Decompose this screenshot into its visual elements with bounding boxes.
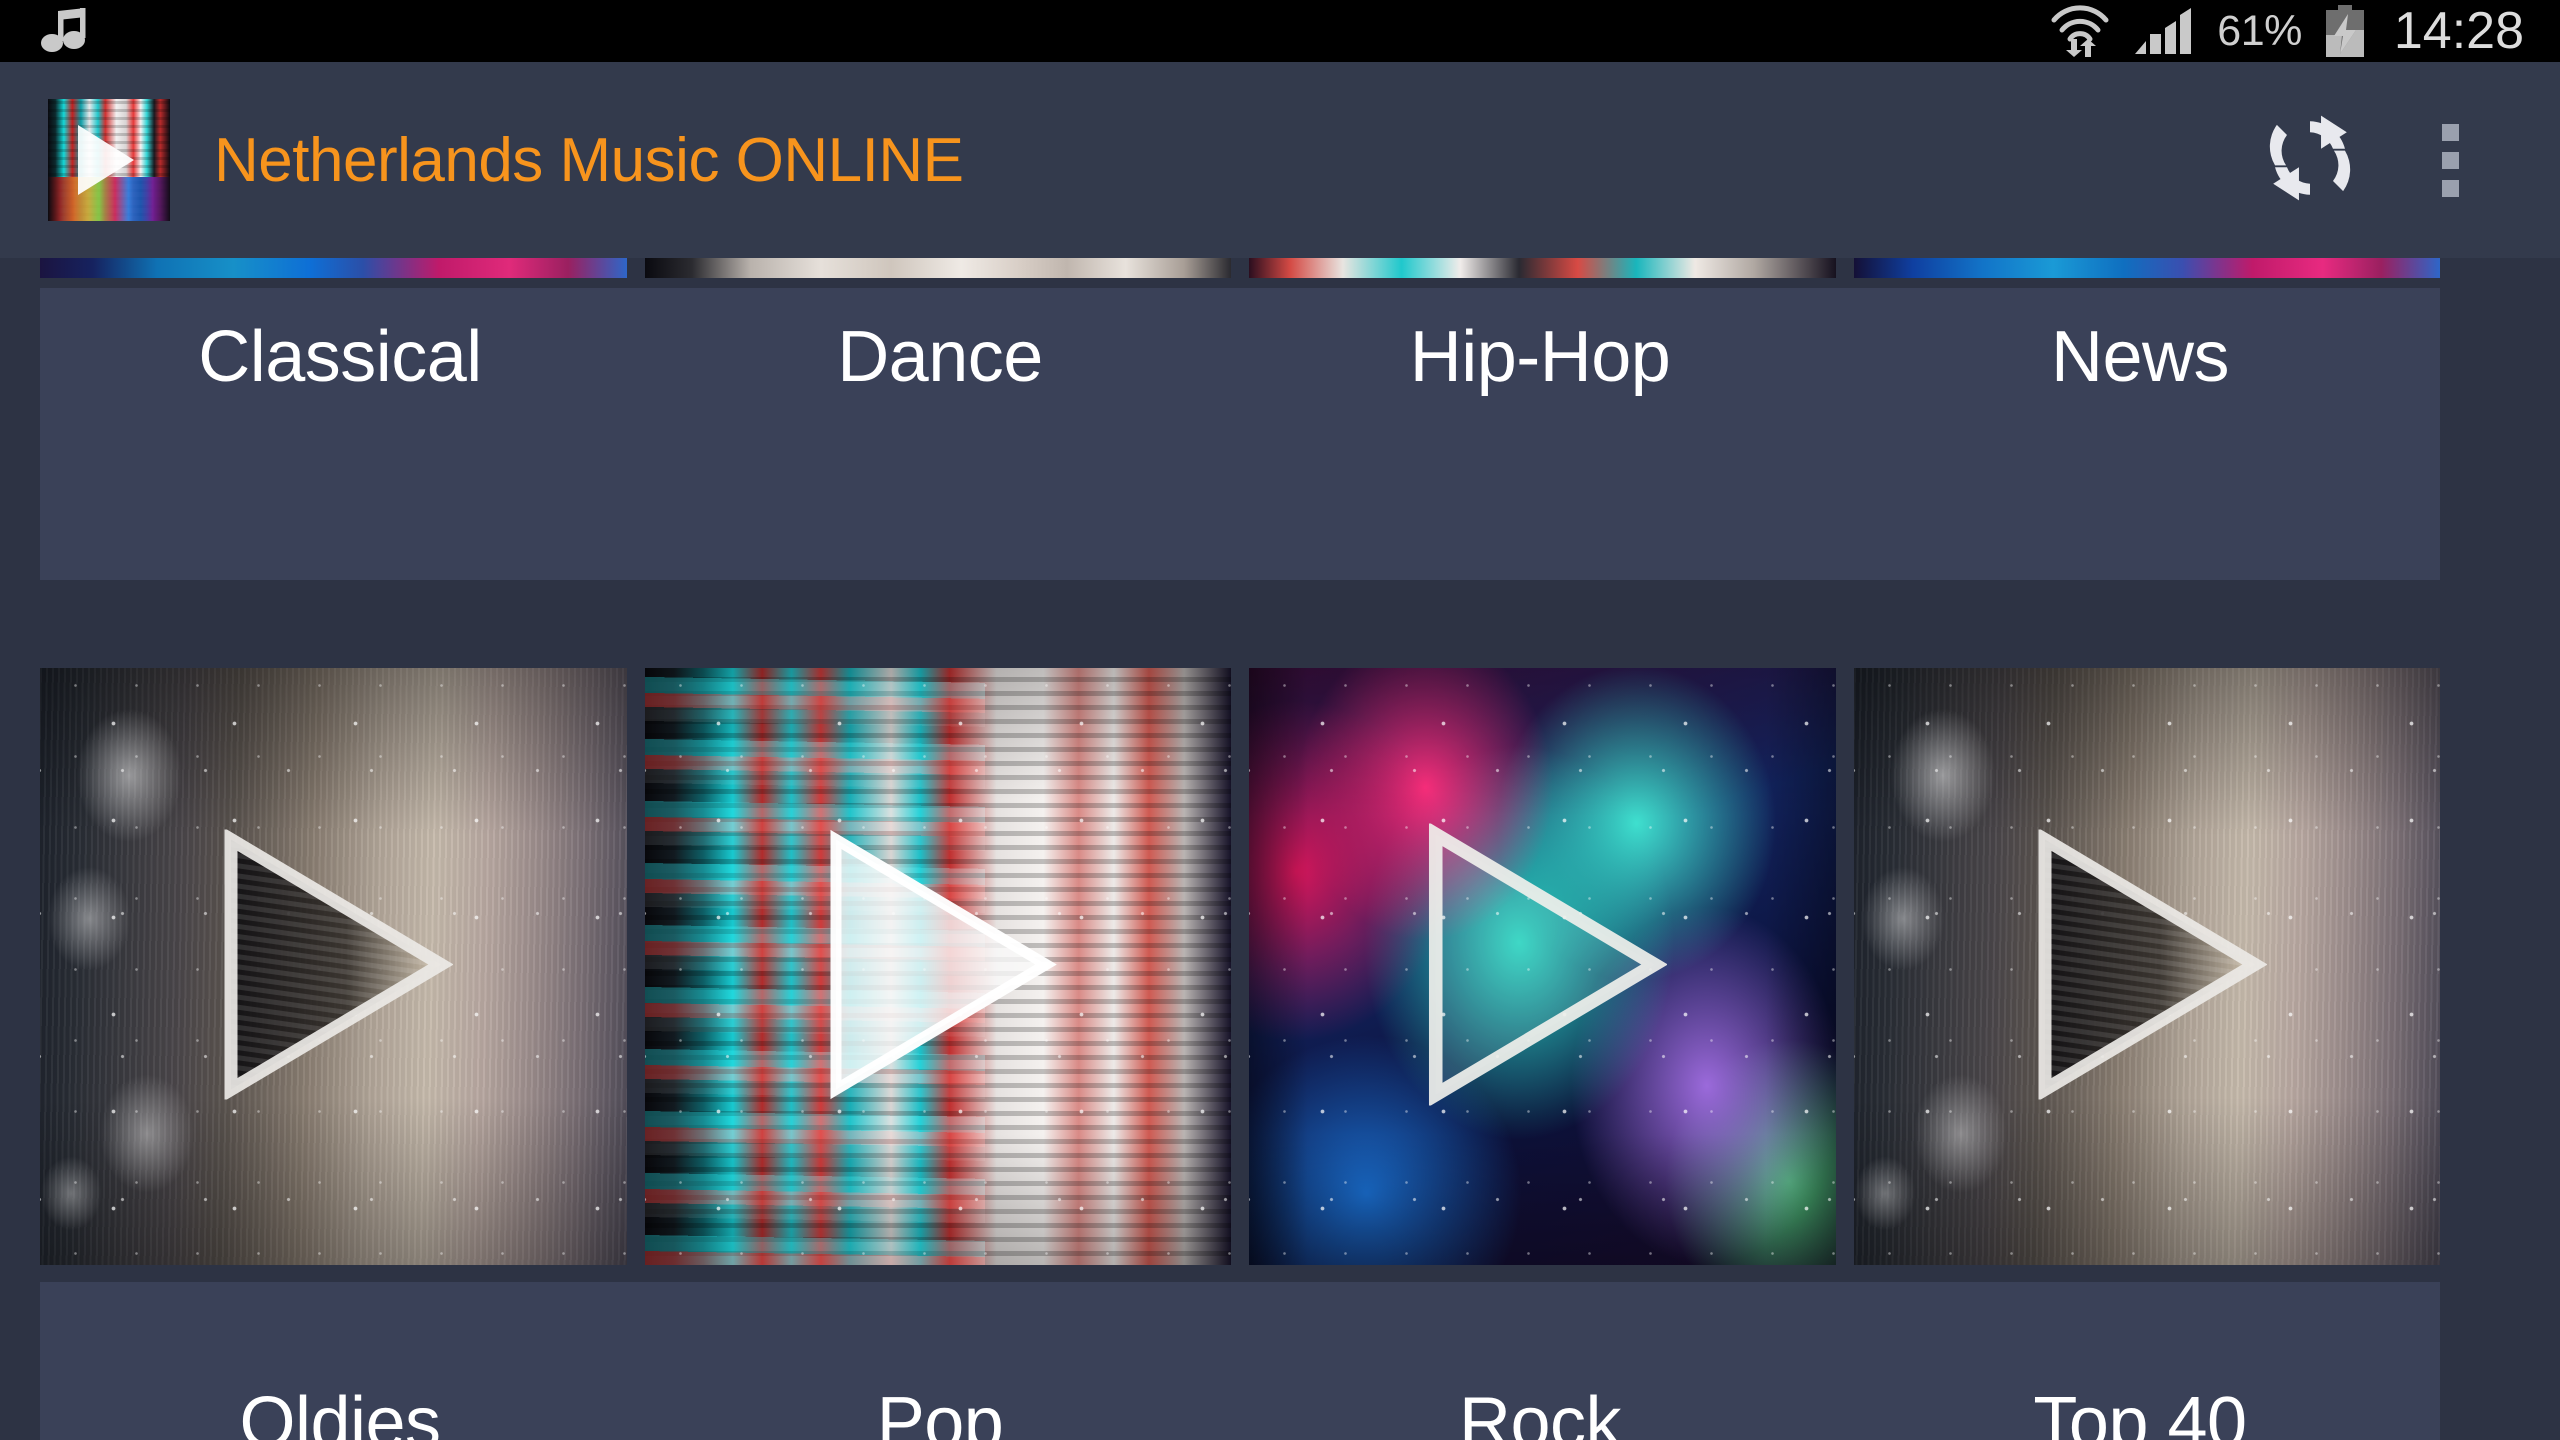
genre-label: Classical <box>198 317 482 397</box>
refresh-icon <box>2264 112 2356 209</box>
play-triangle-icon <box>78 125 134 195</box>
cut-off-tile <box>1249 258 1836 278</box>
wifi-icon <box>2049 5 2111 57</box>
genre-label: Hip-Hop <box>1409 317 1671 397</box>
genre-label: News <box>2050 317 2230 397</box>
genre-item-top40[interactable]: Top 40 <box>1840 1282 2440 1440</box>
genre-item-dance[interactable]: Dance <box>640 288 1240 580</box>
genre-label-row-top: Classical Dance Hip-Hop News <box>40 288 2440 580</box>
genre-item-classical[interactable]: Classical <box>40 288 640 580</box>
refresh-button[interactable] <box>2260 110 2360 210</box>
genre-label: Rock <box>1458 1383 1622 1440</box>
station-tile-top40[interactable] <box>1853 668 2440 1265</box>
station-tile-oldies[interactable] <box>40 668 627 1265</box>
play-triangle-icon <box>2027 827 2268 1104</box>
overflow-dot-3 <box>2441 179 2459 197</box>
play-triangle-icon <box>818 829 1058 1104</box>
page-title: Netherlands Music ONLINE <box>214 125 964 195</box>
overflow-dot-2 <box>2441 151 2459 169</box>
play-triangle-icon <box>1417 821 1668 1110</box>
station-grid: Classical Dance Hip-Hop News Oldies Pop … <box>0 258 2560 1440</box>
station-tile-pop[interactable] <box>644 668 1231 1265</box>
phone-screen: 61% 14:28 Netherlands Music ONLINE Class… <box>0 0 2560 1440</box>
genre-item-rock[interactable]: Rock <box>1240 1282 1840 1440</box>
station-tile-rock[interactable] <box>1249 668 1836 1265</box>
status-bar-left <box>40 8 102 54</box>
cut-off-tile <box>1853 258 2440 278</box>
app-logo-play-icon <box>48 99 170 221</box>
genre-label-row-bottom: Oldies Pop Rock Top 40 <box>40 1282 2440 1440</box>
cut-off-tile <box>40 258 627 278</box>
status-bar-right: 61% 14:28 <box>2049 5 2524 57</box>
overflow-dot-1 <box>2441 123 2459 141</box>
genre-item-pop[interactable]: Pop <box>640 1282 1240 1440</box>
status-bar-clock: 14:28 <box>2393 2 2524 60</box>
music-note-icon <box>40 8 102 54</box>
play-triangle-icon <box>213 827 454 1104</box>
genre-item-news[interactable]: News <box>1840 288 2440 580</box>
overflow-menu-button[interactable] <box>2420 105 2480 215</box>
genre-item-hiphop[interactable]: Hip-Hop <box>1240 288 1840 580</box>
signal-bars-icon <box>2133 8 2195 54</box>
status-bar: 61% 14:28 <box>0 0 2560 62</box>
app-bar: Netherlands Music ONLINE <box>0 62 2560 258</box>
genre-label: Dance <box>837 317 1043 397</box>
cut-off-tile-row <box>40 258 2440 278</box>
genre-item-oldies[interactable]: Oldies <box>40 1282 640 1440</box>
station-tile-row <box>40 668 2440 1265</box>
battery-charging-icon <box>2324 5 2366 57</box>
genre-label: Top 40 <box>2033 1383 2247 1440</box>
battery-percent-label: 61% <box>2217 6 2302 55</box>
genre-label: Oldies <box>239 1383 441 1440</box>
cut-off-tile <box>644 258 1231 278</box>
genre-label: Pop <box>876 1383 1004 1440</box>
